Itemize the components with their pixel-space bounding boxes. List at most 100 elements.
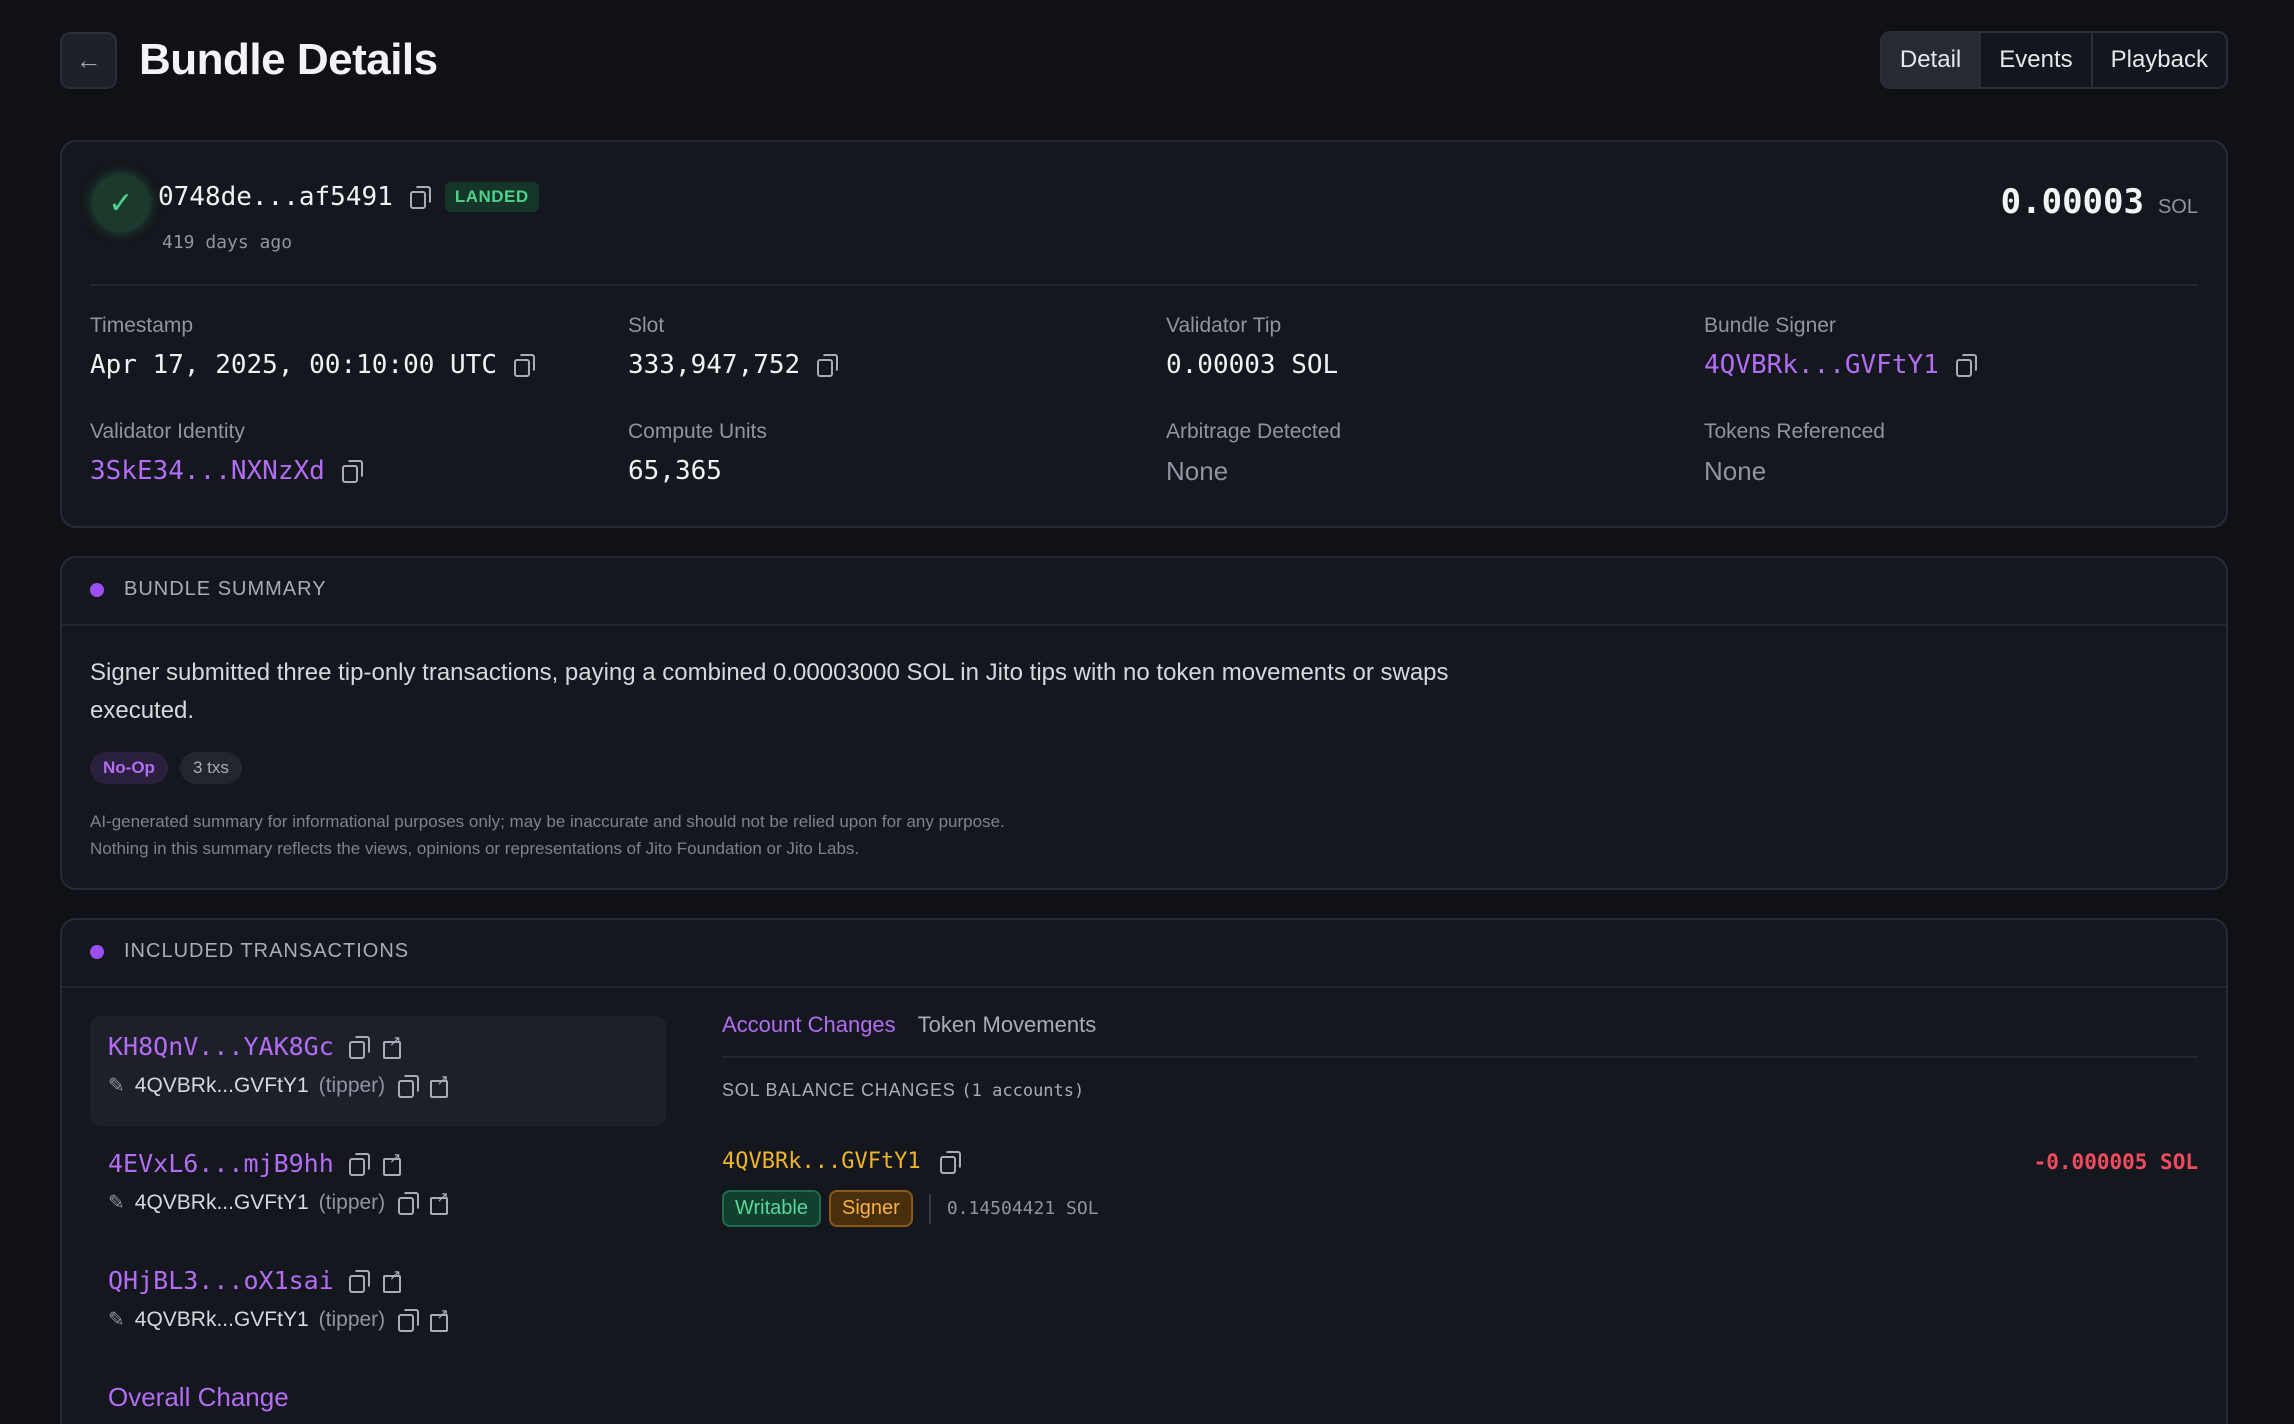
sol-balance-title: SOL BALANCE CHANGES: [722, 1080, 956, 1100]
external-link-icon[interactable]: [382, 1266, 402, 1293]
copy-icon[interactable]: [346, 1035, 370, 1059]
amount-unit: SOL: [2157, 196, 2198, 218]
validator-identity-link[interactable]: 3SkE34...NXNzXd: [90, 456, 325, 486]
bundle-amount: 0.00003 SOL: [2001, 182, 2198, 222]
page-header: ← Bundle Details Detail Events Playback: [60, 30, 2228, 90]
tab-detail[interactable]: Detail: [1881, 33, 1980, 87]
section-header: BUNDLE SUMMARY: [90, 578, 327, 601]
field-validator-tip: Validator Tip 0.00003 SOL: [1166, 314, 1704, 382]
page-title: Bundle Details: [139, 35, 438, 84]
section-title: BUNDLE SUMMARY: [124, 578, 327, 600]
tab-events[interactable]: Events: [1979, 33, 2090, 87]
transaction-list: KH8QnV...YAK8Gc ✎ 4QVBRk...GVFtY1 (tippe…: [90, 1016, 666, 1367]
compute-units-value: 65,365: [628, 456, 722, 486]
summary-tags: No-Op 3 txs: [90, 752, 242, 784]
dot-icon: [90, 582, 104, 597]
section-header: INCLUDED TRANSACTIONS: [90, 940, 409, 963]
copy-icon[interactable]: [1953, 353, 1977, 377]
transaction-item[interactable]: 4EVxL6...mjB9hh ✎ 4QVBRk...GVFtY1 (tippe…: [90, 1133, 666, 1243]
field-tokens: Tokens Referenced None: [1704, 420, 2198, 488]
divider: [90, 284, 2198, 286]
balance-delta: -0.000005 SOL: [2033, 1149, 2198, 1174]
account-flags: Writable Signer 0.14504421 SOL: [722, 1190, 2198, 1227]
field-label: Bundle Signer: [1704, 314, 1836, 337]
check-icon: ✓: [92, 174, 150, 232]
copy-icon[interactable]: [339, 459, 363, 483]
tag-noop: No-Op: [90, 752, 168, 784]
copy-icon[interactable]: [395, 1308, 420, 1332]
external-link-icon[interactable]: [429, 1305, 449, 1332]
bundle-fields: Timestamp Apr 17, 2025, 00:10:00 UTC Slo…: [90, 314, 2198, 488]
field-label: Validator Identity: [90, 420, 245, 443]
signer-address: 4QVBRk...GVFtY1: [134, 1190, 309, 1214]
transaction-item[interactable]: KH8QnV...YAK8Gc ✎ 4QVBRk...GVFtY1 (tippe…: [90, 1016, 666, 1126]
disclaimer-line: AI-generated summary for informational p…: [90, 812, 1005, 831]
transaction-item[interactable]: QHjBL3...oX1sai ✎ 4QVBRk...GVFtY1 (tippe…: [90, 1250, 666, 1360]
account-row: 4QVBRk...GVFtY1 -0.000005 SOL: [722, 1149, 2198, 1174]
disclaimer: AI-generated summary for informational p…: [90, 808, 1005, 862]
amount-value: 0.00003: [2000, 182, 2144, 222]
section-title: INCLUDED TRANSACTIONS: [124, 940, 410, 962]
account-address[interactable]: 4QVBRk...GVFtY1: [722, 1149, 921, 1174]
field-value: 4QVBRk...GVFtY1: [1704, 348, 2198, 382]
tab-token-movements[interactable]: Token Movements: [918, 1012, 1097, 1038]
field-label: Arbitrage Detected: [1166, 420, 1342, 443]
tab-playback[interactable]: Playback: [2090, 33, 2226, 87]
signer-role: (tipper): [318, 1307, 386, 1331]
bundle-age: 419 days ago: [162, 232, 293, 253]
transaction-signature[interactable]: QHjBL3...oX1sai: [108, 1266, 334, 1295]
included-transactions-card: INCLUDED TRANSACTIONS KH8QnV...YAK8Gc ✎ …: [60, 918, 2228, 1424]
bundle-signer-link[interactable]: 4QVBRk...GVFtY1: [1704, 350, 1939, 380]
external-link-icon[interactable]: [382, 1149, 402, 1176]
field-label: Slot: [628, 314, 665, 337]
field-bundle-signer: Bundle Signer 4QVBRk...GVFtY1: [1704, 314, 2198, 382]
copy-icon[interactable]: [937, 1150, 961, 1174]
detail-tabs: Account Changes Token Movements: [722, 1012, 2198, 1058]
pencil-icon: ✎: [108, 1192, 125, 1214]
writable-badge: Writable: [722, 1190, 821, 1227]
copy-icon[interactable]: [814, 353, 839, 377]
field-value: Apr 17, 2025, 00:10:00 UTC: [90, 348, 628, 382]
slot-value: 333,947,752: [628, 350, 801, 380]
external-link-icon[interactable]: [382, 1032, 402, 1059]
copy-icon[interactable]: [407, 185, 431, 209]
field-compute-units: Compute Units 65,365: [628, 420, 1166, 488]
arbitrage-value: None: [1166, 455, 1229, 486]
back-button[interactable]: ←: [60, 31, 117, 89]
copy-icon[interactable]: [511, 353, 535, 377]
overall-change-link[interactable]: Overall Change: [108, 1382, 289, 1413]
tab-account-changes[interactable]: Account Changes: [722, 1012, 896, 1038]
transaction-signature[interactable]: KH8QnV...YAK8Gc: [108, 1032, 334, 1061]
signer-badge: Signer: [829, 1190, 913, 1227]
field-value: 0.00003 SOL: [1166, 348, 1704, 382]
external-link-icon[interactable]: [429, 1071, 449, 1098]
tokens-value: None: [1704, 455, 1767, 486]
field-validator-identity: Validator Identity 3SkE34...NXNzXd: [90, 420, 628, 488]
sol-balance-header: SOL BALANCE CHANGES (1 accounts): [722, 1080, 2198, 1101]
field-value: None: [1704, 454, 2198, 488]
field-value: 65,365: [628, 454, 1166, 488]
divider: [62, 624, 2226, 626]
transaction-signature[interactable]: 4EVxL6...mjB9hh: [108, 1149, 334, 1178]
copy-icon[interactable]: [395, 1074, 420, 1098]
tag-tx-count: 3 txs: [179, 752, 242, 784]
field-label: Tokens Referenced: [1704, 420, 1885, 443]
signer-role: (tipper): [318, 1190, 386, 1214]
signer-role: (tipper): [318, 1073, 386, 1097]
field-value: None: [1166, 454, 1704, 488]
external-link-icon[interactable]: [429, 1188, 449, 1215]
signer-address: 4QVBRk...GVFtY1: [134, 1307, 309, 1331]
transaction-detail: Account Changes Token Movements SOL BALA…: [722, 1012, 2198, 1227]
bundle-summary-card: BUNDLE SUMMARY Signer submitted three ti…: [60, 556, 2228, 890]
field-arbitrage: Arbitrage Detected None: [1166, 420, 1704, 488]
dot-icon: [90, 944, 104, 959]
copy-icon[interactable]: [395, 1191, 420, 1215]
account-balance: 0.14504421 SOL: [946, 1198, 1099, 1219]
field-label: Timestamp: [90, 314, 194, 337]
field-timestamp: Timestamp Apr 17, 2025, 00:10:00 UTC: [90, 314, 628, 382]
disclaimer-line: Nothing in this summary reflects the vie…: [90, 839, 860, 858]
signer-address: 4QVBRk...GVFtY1: [134, 1073, 309, 1097]
arrow-left-icon: ←: [75, 44, 102, 75]
copy-icon[interactable]: [346, 1152, 370, 1176]
copy-icon[interactable]: [346, 1269, 370, 1293]
